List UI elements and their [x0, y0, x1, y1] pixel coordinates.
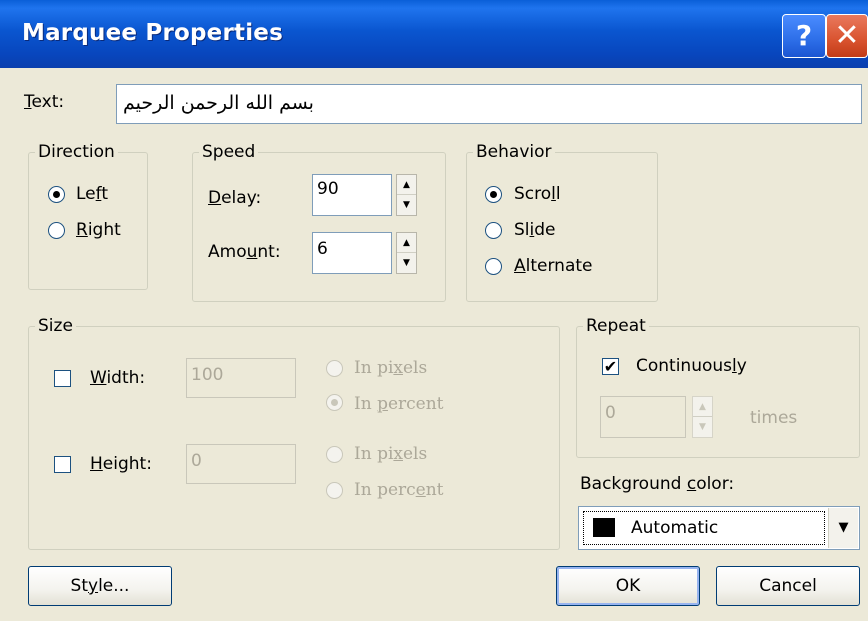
dialog-title: Marquee Properties	[22, 20, 283, 46]
repeat-legend: Repeat	[586, 316, 646, 336]
times-label: times	[750, 408, 798, 428]
marquee-properties-dialog: Marquee Properties ? ✕ Text: بسم الله ال…	[0, 0, 868, 621]
continuously-label[interactable]: Continuously	[636, 356, 747, 376]
times-value: 0	[605, 403, 616, 423]
width-pixels-radio[interactable]	[326, 360, 343, 377]
amount-down-icon[interactable]: ▼	[397, 253, 416, 273]
height-checkbox[interactable]	[54, 456, 71, 473]
speed-legend: Speed	[202, 142, 256, 162]
style-button[interactable]: Style...	[28, 566, 172, 606]
width-input[interactable]: 100	[186, 358, 296, 398]
focus-rectangle	[583, 511, 825, 545]
delay-spinner[interactable]: ▲ ▼	[396, 174, 417, 216]
height-label[interactable]: Height:	[90, 454, 152, 474]
direction-left-radio[interactable]	[48, 186, 65, 203]
amount-value: 6	[317, 239, 328, 259]
height-pixels-radio[interactable]	[326, 446, 343, 463]
width-percent-radio[interactable]	[326, 394, 343, 411]
amount-spinner[interactable]: ▲ ▼	[396, 232, 417, 274]
amount-input[interactable]: 6	[312, 232, 392, 274]
times-up-icon[interactable]: ▲	[693, 397, 712, 417]
delay-down-icon[interactable]: ▼	[397, 195, 416, 215]
size-group: Size	[28, 318, 560, 550]
amount-label: Amount:	[208, 242, 281, 262]
continuously-checkbox[interactable]: ✔	[602, 358, 619, 375]
direction-right-label[interactable]: Right	[76, 220, 121, 240]
times-spinner[interactable]: ▲ ▼	[692, 396, 713, 438]
title-bar[interactable]: Marquee Properties ? ✕	[0, 0, 868, 68]
delay-label: Delay:	[208, 188, 262, 208]
text-label: Text:	[24, 92, 65, 112]
height-input[interactable]: 0	[186, 444, 296, 484]
help-button[interactable]: ?	[782, 14, 826, 58]
background-color-select[interactable]: Automatic ▼	[578, 506, 860, 550]
size-legend: Size	[38, 316, 73, 336]
height-pixels-label[interactable]: In pixels	[354, 444, 427, 464]
height-percent-radio[interactable]	[326, 482, 343, 499]
direction-left-label[interactable]: Left	[76, 184, 108, 204]
direction-legend: Direction	[38, 142, 115, 162]
direction-right-radio[interactable]	[48, 222, 65, 239]
behavior-slide-radio[interactable]	[485, 222, 502, 239]
times-input[interactable]: 0	[600, 396, 686, 438]
marquee-text-input[interactable]: بسم الله الرحمن الرحيم	[116, 84, 862, 124]
times-down-icon[interactable]: ▼	[693, 417, 712, 437]
ok-button[interactable]: OK	[556, 566, 700, 606]
close-button[interactable]: ✕	[826, 14, 868, 58]
width-percent-label[interactable]: In percent	[354, 394, 444, 414]
behavior-alternate-radio[interactable]	[485, 258, 502, 275]
behavior-alternate-label[interactable]: Alternate	[514, 256, 593, 276]
direction-group: Direction	[28, 144, 148, 290]
background-color-label: Background color:	[580, 474, 735, 494]
width-pixels-label[interactable]: In pixels	[354, 358, 427, 378]
width-value: 100	[191, 365, 224, 385]
speed-group: Speed	[192, 144, 446, 302]
delay-up-icon[interactable]: ▲	[397, 175, 416, 195]
marquee-text-value: بسم الله الرحمن الرحيم	[123, 92, 314, 114]
width-checkbox[interactable]	[54, 370, 71, 387]
delay-value: 90	[317, 179, 339, 199]
cancel-button[interactable]: Cancel	[716, 566, 860, 606]
height-percent-label[interactable]: In percent	[354, 480, 444, 500]
behavior-slide-label[interactable]: Slide	[514, 220, 556, 240]
dropdown-arrow-icon[interactable]: ▼	[828, 508, 858, 548]
delay-input[interactable]: 90	[312, 174, 392, 216]
behavior-legend: Behavior	[476, 142, 552, 162]
height-value: 0	[191, 451, 202, 471]
behavior-scroll-radio[interactable]	[485, 186, 502, 203]
amount-up-icon[interactable]: ▲	[397, 233, 416, 253]
width-label[interactable]: Width:	[90, 368, 145, 388]
behavior-scroll-label[interactable]: Scroll	[514, 184, 561, 204]
